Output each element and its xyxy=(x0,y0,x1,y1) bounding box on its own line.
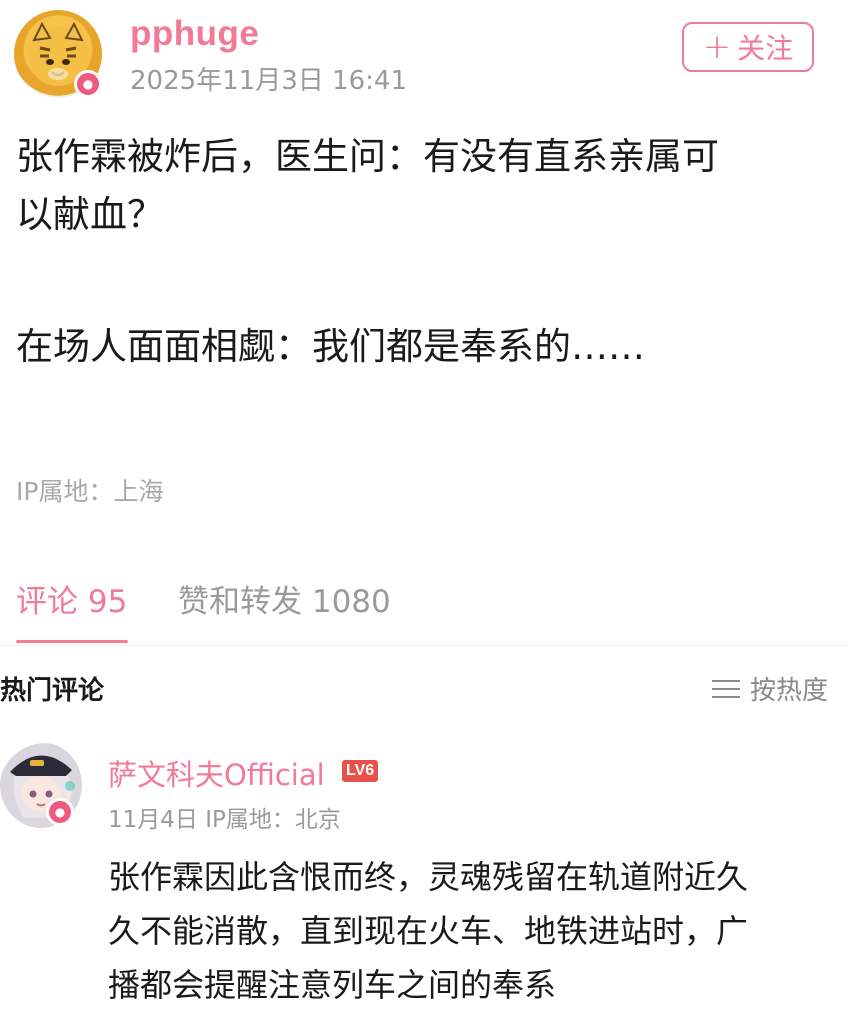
follow-label: 关注 xyxy=(737,32,794,65)
verified-badge-icon: ● xyxy=(74,70,102,98)
hot-comments-title: 热门评论 xyxy=(0,676,105,706)
post-text-line: 以献血？ xyxy=(16,193,164,236)
comment-text-line: 张作霖因此含恨而终，灵魂残留在轨道附近久 xyxy=(108,858,749,896)
sort-by-hot-button[interactable]: 按热度 xyxy=(712,670,828,707)
menu-lines-icon xyxy=(712,679,740,699)
comment-text: 张作霖因此含恨而终，灵魂残留在轨道附近久 久不能消散，直到现在火车、地铁进站时，… xyxy=(108,850,828,1012)
comment-meta: 11月4日 IP属地：北京 xyxy=(108,807,341,833)
comment-text-line: 播都会提醒注意列车之间的奉系 xyxy=(108,966,557,1004)
tab-likes-reposts[interactable]: 赞和转发 1080 xyxy=(178,576,391,621)
verified-badge-icon: ● xyxy=(46,798,74,826)
post-text-line: 张作霖被炸后，医生问：有没有直系亲属可 xyxy=(16,135,719,178)
post-username[interactable]: pphuge xyxy=(130,14,259,54)
follow-button[interactable]: + 关注 xyxy=(682,22,814,72)
post-ip-location: IP属地：上海 xyxy=(16,477,164,506)
active-tab-indicator xyxy=(16,640,128,643)
comment-text-line: 久不能消散，直到现在火车、地铁进站时，广 xyxy=(108,912,749,950)
level-badge: LV6 xyxy=(342,760,379,782)
post-date: 2025年11月3日 16:41 xyxy=(130,66,407,96)
commenter-username[interactable]: 萨文科夫Official xyxy=(108,752,325,794)
sort-label: 按热度 xyxy=(750,676,829,706)
divider xyxy=(0,645,848,646)
tab-comments[interactable]: 评论 95 xyxy=(16,576,127,621)
plus-icon: + xyxy=(702,27,732,67)
post-text-line: 在场人面面相觑：我们都是奉系的…… xyxy=(16,325,645,368)
